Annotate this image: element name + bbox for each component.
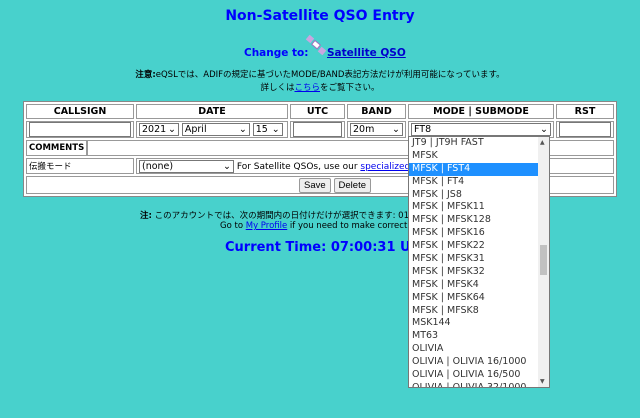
rst-input[interactable] <box>559 122 611 137</box>
mode-option[interactable]: OLIVIA | OLIVIA 16/500 <box>409 369 549 382</box>
day-select[interactable]: 15 ⌄ <box>252 123 283 136</box>
mode-option[interactable]: JT9 | JT9H FAST <box>409 137 549 150</box>
change-to-label: Change to: <box>244 47 309 59</box>
scrollbar[interactable]: ▲ ▼ <box>538 137 549 387</box>
mode-option[interactable]: MFSK | FT4 <box>409 176 549 189</box>
delete-button[interactable]: Delete <box>333 177 371 193</box>
mode-option[interactable]: MFSK | MFSK64 <box>409 292 549 305</box>
mode-option[interactable]: MSK144 <box>409 317 549 330</box>
mode-option[interactable]: MFSK | MFSK4 <box>409 279 549 292</box>
month-select[interactable]: April ⌄ <box>181 123 250 136</box>
scrollbar-thumb[interactable] <box>540 245 547 275</box>
mode-option[interactable]: OLIVIA | OLIVIA 16/1000 <box>409 356 549 369</box>
header-utc: UTC <box>290 104 345 119</box>
chevron-down-icon: ⌄ <box>392 124 400 135</box>
scroll-up-icon[interactable]: ▲ <box>540 139 545 146</box>
satellite-icon[interactable] <box>305 34 327 56</box>
details-link[interactable]: こちら <box>294 83 320 93</box>
page-title: Non-Satellite QSO Entry <box>225 8 415 24</box>
save-button[interactable]: Save <box>299 177 331 193</box>
notice-bold: 注意: <box>135 70 156 80</box>
propagation-label: 伝搬モード <box>26 158 134 174</box>
note-bold: 注: <box>140 211 152 221</box>
comments-label: COMMENTS <box>26 140 88 156</box>
current-time: Current Time: 07:00:31 UT <box>225 240 420 255</box>
mode-option[interactable]: OLIVIA | OLIVIA 32/1000 <box>409 382 549 387</box>
notice-line-1: 注意:eQSLでは、ADIFの規定に基づいたMODE/BAND表記方法だけが利用… <box>0 68 640 80</box>
satellite-hint: For Satellite QSOs, use our <box>236 161 361 172</box>
header-band: BAND <box>347 104 406 119</box>
notice-text: eQSLでは、ADIFの規定に基づいたMODE/BAND表記方法だけが利用可能に… <box>155 70 505 80</box>
mode-option[interactable]: MFSK | MFSK32 <box>409 266 549 279</box>
band-select[interactable]: 20m ⌄ <box>350 123 403 136</box>
mode-option[interactable]: MFSK | MFSK11 <box>409 201 549 214</box>
my-profile-link[interactable]: My Profile <box>246 221 288 231</box>
year-select[interactable]: 2021 ⌄ <box>139 123 179 136</box>
notice-line-2: 詳しくはこちらをご覧下さい。 <box>0 81 640 93</box>
header-date: DATE <box>136 104 288 119</box>
utc-input[interactable] <box>293 122 342 137</box>
header-rst: RST <box>556 104 614 119</box>
mode-option[interactable]: MFSK | MFSK31 <box>409 253 549 266</box>
notice-pre: 詳しくは <box>260 83 295 93</box>
mode-value: FT8 <box>414 124 432 135</box>
callsign-input[interactable] <box>29 122 131 137</box>
propagation-select[interactable]: (none) ⌄ <box>139 159 234 173</box>
mode-option[interactable]: MFSK | FST4 <box>409 162 549 176</box>
month-value: April <box>184 124 207 135</box>
mode-option[interactable]: MFSK | MFSK8 <box>409 305 549 318</box>
band-value: 20m <box>353 124 375 135</box>
notice-post: をご覧下さい。 <box>320 83 380 93</box>
note-text: このアカウントでは、次の期間内の日付けだけが選択できます: 01-Fe <box>151 211 422 221</box>
chevron-down-icon: ⌄ <box>540 124 548 135</box>
mode-option[interactable]: MFSK <box>409 150 549 163</box>
scroll-down-icon[interactable]: ▼ <box>540 378 545 385</box>
date-range-note: 注: このアカウントでは、次の期間内の日付けだけが選択できます: 01-Fe <box>140 209 422 221</box>
chevron-down-icon: ⌄ <box>271 124 280 135</box>
mode-option[interactable]: MT63 <box>409 330 549 343</box>
goto-post: if you need to make correctio <box>287 221 415 231</box>
year-value: 2021 <box>142 124 167 135</box>
mode-option[interactable]: MFSK | MFSK16 <box>409 227 549 240</box>
chevron-down-icon: ⌄ <box>223 160 231 172</box>
chevron-down-icon: ⌄ <box>238 124 247 135</box>
mode-option[interactable]: OLIVIA <box>409 343 549 356</box>
mode-dropdown-list[interactable]: JT9 | JT9H FAST MFSK MFSK | FST4 MFSK | FT4… <box>408 136 550 388</box>
profile-note: Go to My Profile if you need to make cor… <box>220 221 415 231</box>
header-mode: MODE | SUBMODE <box>408 104 554 119</box>
header-callsign: CALLSIGN <box>26 104 134 119</box>
mode-option[interactable]: MFSK | MFSK128 <box>409 214 549 227</box>
satellite-qso-link[interactable]: Satellite QSO <box>327 47 406 59</box>
chevron-down-icon: ⌄ <box>168 124 176 135</box>
propagation-value: (none) <box>142 160 174 172</box>
day-value: 15 <box>255 124 268 135</box>
mode-option[interactable]: MFSK | JS8 <box>409 189 549 202</box>
goto-pre: Go to <box>220 221 246 231</box>
mode-select[interactable]: FT8 ⌄ <box>411 123 551 136</box>
mode-option[interactable]: MFSK | MFSK22 <box>409 240 549 253</box>
